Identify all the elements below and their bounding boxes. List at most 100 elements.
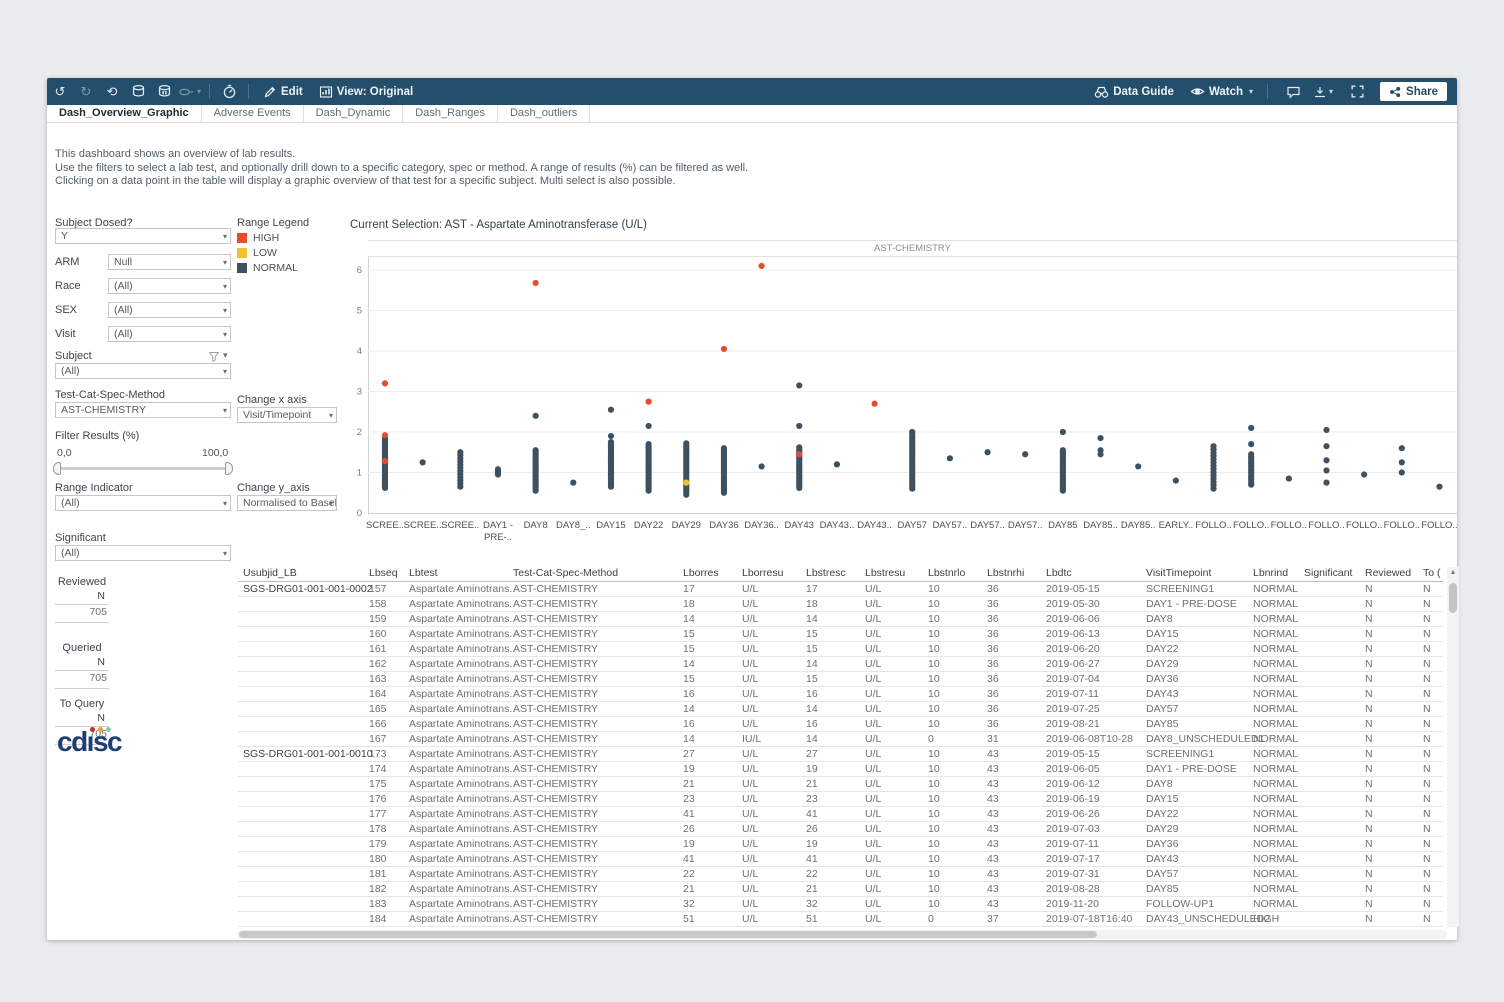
- data-point[interactable]: [1323, 480, 1329, 486]
- column-header-lbstresu[interactable]: Lbstresu: [865, 567, 905, 579]
- data-point[interactable]: [646, 423, 652, 429]
- sex-dropdown[interactable]: (All)▾: [108, 302, 231, 318]
- data-point[interactable]: [984, 449, 990, 455]
- table-row[interactable]: 184Aspartate Aminotrans..AST-CHEMISTRY51…: [238, 912, 1443, 927]
- column-header-lbdtc[interactable]: Lbdtc: [1046, 567, 1072, 579]
- table-row[interactable]: 179Aspartate Aminotrans..AST-CHEMISTRY19…: [238, 837, 1443, 852]
- table-row[interactable]: 159Aspartate Aminotrans..AST-CHEMISTRY14…: [238, 612, 1443, 627]
- data-point[interactable]: [796, 451, 802, 457]
- table-row[interactable]: 164Aspartate Aminotrans..AST-CHEMISTRY16…: [238, 687, 1443, 702]
- legend-item-normal[interactable]: NORMAL: [237, 260, 298, 275]
- download-icon[interactable]: ▾: [1306, 78, 1340, 105]
- data-point[interactable]: [721, 346, 727, 352]
- redo-icon[interactable]: ↻: [73, 78, 99, 105]
- data-point[interactable]: [947, 455, 953, 461]
- data-point[interactable]: [834, 461, 840, 467]
- column-header-lborres[interactable]: Lborres: [683, 567, 719, 579]
- scatter-chart[interactable]: AST-CHEMISTRY0123456SCREE..SCREE..SCREE.…: [348, 240, 1457, 558]
- table-row[interactable]: 167Aspartate Aminotrans..AST-CHEMISTRY14…: [238, 732, 1443, 747]
- data-point[interactable]: [1399, 469, 1405, 475]
- data-point[interactable]: [570, 480, 576, 486]
- funnel-icon[interactable]: [209, 352, 219, 362]
- comments-icon[interactable]: [1280, 78, 1306, 105]
- undo-icon[interactable]: ↺: [47, 78, 73, 105]
- data-point[interactable]: [646, 399, 652, 405]
- edit-button[interactable]: Edit: [255, 78, 311, 105]
- data-point[interactable]: [1248, 441, 1254, 447]
- data-point[interactable]: [1323, 427, 1329, 433]
- table-horizontal-scrollbar[interactable]: [238, 930, 1447, 939]
- data-point[interactable]: [1248, 451, 1254, 457]
- test-cat-spec-method-dropdown[interactable]: AST-CHEMISTRY▾: [55, 402, 231, 418]
- data-point[interactable]: [608, 407, 614, 413]
- tab-dash-dynamic[interactable]: Dash_Dynamic: [304, 105, 404, 122]
- data-point[interactable]: [1060, 447, 1066, 453]
- slider-handle-max[interactable]: [225, 462, 233, 475]
- data-point[interactable]: [382, 380, 388, 386]
- watch-button[interactable]: Watch ▾: [1182, 78, 1261, 105]
- data-point[interactable]: [646, 441, 652, 447]
- data-point[interactable]: [1135, 463, 1141, 469]
- table-row[interactable]: 175Aspartate Aminotrans..AST-CHEMISTRY21…: [238, 777, 1443, 792]
- data-point[interactable]: [1022, 451, 1028, 457]
- data-point[interactable]: [1060, 429, 1066, 435]
- data-point[interactable]: [608, 433, 614, 439]
- subject-dosed-dropdown[interactable]: Y▾: [55, 228, 231, 244]
- table-vertical-scrollbar[interactable]: ▲: [1447, 567, 1459, 927]
- table-row[interactable]: 165Aspartate Aminotrans..AST-CHEMISTRY14…: [238, 702, 1443, 717]
- column-header-significant[interactable]: Significant: [1304, 567, 1352, 579]
- column-header-lbstnrlo[interactable]: Lbstnrlo: [928, 567, 965, 579]
- table-row[interactable]: 160Aspartate Aminotrans..AST-CHEMISTRY15…: [238, 627, 1443, 642]
- data-point[interactable]: [1097, 435, 1103, 441]
- table-row[interactable]: 176Aspartate Aminotrans..AST-CHEMISTRY23…: [238, 792, 1443, 807]
- data-point[interactable]: [533, 447, 539, 453]
- data-point[interactable]: [382, 458, 388, 464]
- data-point[interactable]: [420, 459, 426, 465]
- revert-icon[interactable]: ⟲: [99, 78, 125, 105]
- column-header-lbnrind[interactable]: Lbnrind: [1253, 567, 1288, 579]
- data-point[interactable]: [457, 449, 463, 455]
- table-row[interactable]: SGS-DRG01-001-001-0002157Aspartate Amino…: [238, 582, 1443, 597]
- data-point[interactable]: [1323, 457, 1329, 463]
- scroll-up-arrow-icon[interactable]: ▲: [1447, 569, 1459, 576]
- slider-handle-min[interactable]: [53, 462, 61, 475]
- fullscreen-icon[interactable]: [1344, 78, 1370, 105]
- tab-dash-outliers[interactable]: Dash_outliers: [498, 105, 590, 122]
- table-row[interactable]: 182Aspartate Aminotrans..AST-CHEMISTRY21…: [238, 882, 1443, 897]
- data-point[interactable]: [683, 480, 689, 486]
- data-guide-button[interactable]: Data Guide: [1086, 78, 1182, 105]
- share-button[interactable]: Share: [1380, 82, 1447, 101]
- table-row[interactable]: 181Aspartate Aminotrans..AST-CHEMISTRY22…: [238, 867, 1443, 882]
- data-point[interactable]: [533, 413, 539, 419]
- table-row[interactable]: 180Aspartate Aminotrans..AST-CHEMISTRY41…: [238, 852, 1443, 867]
- table-row[interactable]: 166Aspartate Aminotrans..AST-CHEMISTRY16…: [238, 717, 1443, 732]
- data-point[interactable]: [1210, 443, 1216, 449]
- table-row[interactable]: 163Aspartate Aminotrans..AST-CHEMISTRY15…: [238, 672, 1443, 687]
- change-y-axis-dropdown[interactable]: Normalised to Basel...▾: [237, 495, 337, 511]
- change-x-axis-dropdown[interactable]: Visit/Timepoint▾: [237, 407, 337, 423]
- range-indicator-dropdown[interactable]: (All)▾: [55, 495, 231, 511]
- column-header-lbstnrhi[interactable]: Lbstnrhi: [987, 567, 1024, 579]
- column-header-lborresu[interactable]: Lborresu: [742, 567, 783, 579]
- table-row[interactable]: 183Aspartate Aminotrans..AST-CHEMISTRY32…: [238, 897, 1443, 912]
- significant-dropdown[interactable]: (All)▾: [55, 545, 231, 561]
- data-point[interactable]: [796, 382, 802, 388]
- table-row[interactable]: 158Aspartate Aminotrans..AST-CHEMISTRY18…: [238, 597, 1443, 612]
- data-point[interactable]: [533, 280, 539, 286]
- data-point[interactable]: [759, 263, 765, 269]
- data-point[interactable]: [1436, 484, 1442, 490]
- table-row[interactable]: 162Aspartate Aminotrans..AST-CHEMISTRY14…: [238, 657, 1443, 672]
- table-row[interactable]: 174Aspartate Aminotrans..AST-CHEMISTRY19…: [238, 762, 1443, 777]
- lab-results-table[interactable]: Usubjid_LBLbseqLbtestTest-Cat-Spec-Metho…: [238, 567, 1443, 928]
- data-point[interactable]: [1173, 478, 1179, 484]
- tab-dash-ranges[interactable]: Dash_Ranges: [403, 105, 498, 122]
- column-header-test-cat-spec-method[interactable]: Test-Cat-Spec-Method: [513, 567, 618, 579]
- data-point[interactable]: [721, 445, 727, 451]
- visit-dropdown[interactable]: (All)▾: [108, 326, 231, 342]
- pause-updates-icon[interactable]: [151, 78, 177, 105]
- subject-menu-caret-icon[interactable]: ▾: [223, 350, 228, 361]
- data-point[interactable]: [382, 432, 388, 438]
- view-original-button[interactable]: View: Original: [311, 78, 421, 105]
- legend-item-high[interactable]: HIGH: [237, 230, 298, 245]
- data-point[interactable]: [1323, 467, 1329, 473]
